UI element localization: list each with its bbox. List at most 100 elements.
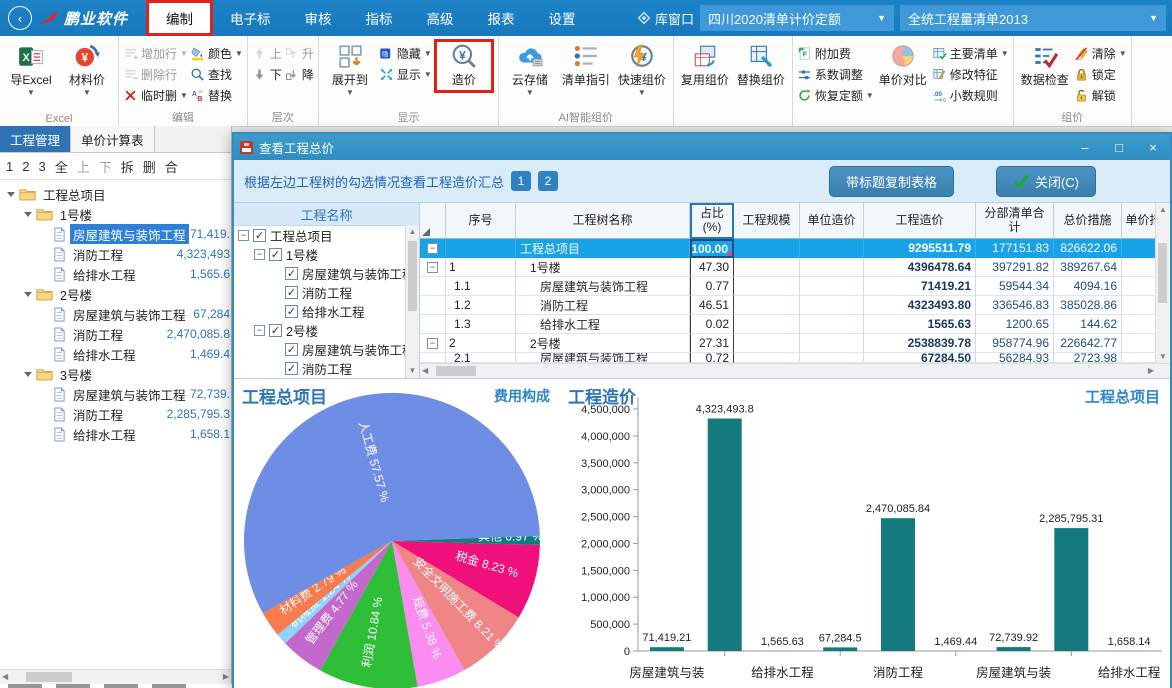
replace-button[interactable]: AB替换 bbox=[190, 86, 243, 104]
copy-table-button[interactable]: 带标题复制表格 bbox=[829, 166, 954, 197]
tree-item[interactable]: 房屋建筑与装饰工程72,739. bbox=[0, 384, 231, 404]
tree-item[interactable]: 工程总项目 bbox=[0, 184, 231, 204]
bar[interactable] bbox=[1054, 528, 1088, 651]
hide-button[interactable]: 隐隐藏▼ bbox=[379, 44, 432, 62]
bar[interactable] bbox=[997, 647, 1031, 651]
cell-fill-handle[interactable] bbox=[728, 252, 733, 257]
table-row[interactable]: −22号楼27.312538839.78958774.96226642.77 bbox=[420, 334, 1170, 353]
scrollbar-thumb[interactable] bbox=[408, 241, 417, 311]
tree-vscrollbar[interactable]: ▲▼ bbox=[405, 225, 419, 378]
checkbox[interactable]: ✓ bbox=[285, 305, 298, 318]
tree-item[interactable]: 消防工程4,323,493 bbox=[0, 244, 231, 264]
expand-collapse-icon[interactable]: − bbox=[254, 249, 265, 260]
left-panel-hscrollbar[interactable]: ◀▶ bbox=[0, 669, 231, 684]
reuse-group-button[interactable]: 复用组价 bbox=[678, 39, 732, 88]
surcharge-button[interactable]: F附加费 bbox=[797, 44, 874, 62]
titlebar-tab-0[interactable]: 编制 bbox=[146, 0, 213, 36]
table-row[interactable]: −工程总项目100.009295511.79177151.83826622.06 bbox=[420, 239, 1170, 258]
scrollbar-thumb[interactable] bbox=[1158, 243, 1167, 303]
list-guide-button[interactable]: 清单指引 bbox=[559, 39, 613, 88]
quick-price-button[interactable]: ¥快速组价▼ bbox=[615, 39, 669, 95]
expand-to-button[interactable]: 展开到▼ bbox=[323, 39, 377, 95]
expand-collapse-icon[interactable]: − bbox=[254, 325, 265, 336]
scrollbar-thumb[interactable] bbox=[26, 672, 72, 682]
table-row[interactable]: 1.3给排水工程0.021565.631200.65144.62 bbox=[420, 315, 1170, 334]
checkbox[interactable]: ✓ bbox=[285, 267, 298, 280]
decimal-rule-button[interactable]: .000小数规则 bbox=[932, 86, 1009, 104]
checkbox[interactable]: ✓ bbox=[269, 324, 282, 337]
tree-item[interactable]: 消防工程2,470,085.8 bbox=[0, 324, 231, 344]
coefficient-button[interactable]: 系数调整 bbox=[797, 65, 874, 83]
tree-item[interactable]: 1号楼 bbox=[0, 204, 231, 224]
page-button-2[interactable]: 2 bbox=[538, 171, 558, 191]
titlebar-tab-4[interactable]: 高级 bbox=[410, 0, 471, 36]
dialog-tree-item[interactable]: ✓房屋建筑与装饰工程 bbox=[234, 264, 419, 283]
expand-collapse-icon[interactable]: − bbox=[427, 338, 438, 349]
promote-button[interactable]: 升 bbox=[284, 44, 314, 62]
expand-collapse-icon[interactable]: − bbox=[238, 230, 249, 241]
bar[interactable] bbox=[650, 647, 684, 651]
tree-toolbar-button[interactable]: 删 bbox=[143, 157, 156, 176]
bar[interactable] bbox=[823, 647, 857, 651]
checkbox[interactable]: ✓ bbox=[285, 286, 298, 299]
tree-toolbar-button[interactable]: 1 bbox=[6, 159, 13, 174]
left-panel-tab-0[interactable]: 工程管理 bbox=[0, 126, 71, 152]
titlebar-tab-5[interactable]: 报表 bbox=[471, 0, 532, 36]
expand-collapse-icon[interactable]: − bbox=[427, 262, 438, 273]
expand-chevron-icon[interactable] bbox=[24, 212, 32, 217]
expand-chevron-icon[interactable] bbox=[24, 372, 32, 377]
tree-toolbar-button[interactable]: 拆 bbox=[121, 157, 134, 176]
checkbox[interactable]: ✓ bbox=[269, 248, 282, 261]
library-window-label[interactable]: 库窗口 bbox=[637, 9, 694, 28]
table-hscrollbar[interactable]: ◀▶ bbox=[420, 363, 1170, 378]
dialog-tree-item[interactable]: ✓消防工程 bbox=[234, 283, 419, 302]
table-row[interactable]: 1.2消防工程46.514323493.80336546.83385028.86 bbox=[420, 296, 1170, 315]
down-button[interactable]: 下 bbox=[252, 65, 282, 83]
expand-chevron-icon[interactable] bbox=[7, 192, 15, 197]
swap-group-button[interactable]: 替换组价 bbox=[734, 39, 788, 88]
cost-button[interactable]: ¥造价 bbox=[434, 39, 494, 93]
tree-toolbar-button[interactable]: 下 bbox=[99, 157, 112, 176]
tree-item[interactable]: 给排水工程1,565.6 bbox=[0, 264, 231, 284]
tree-item[interactable]: 2号楼 bbox=[0, 284, 231, 304]
data-check-button[interactable]: 数据检查 bbox=[1018, 39, 1072, 88]
tree-item[interactable]: 房屋建筑与装饰工程71,419. bbox=[0, 224, 231, 244]
tree-toolbar-button[interactable]: 上 bbox=[77, 157, 90, 176]
dialog-tree-item[interactable]: −✓工程总项目 bbox=[234, 226, 419, 245]
dialog-tree-item[interactable]: ✓给排水工程 bbox=[234, 302, 419, 321]
dialog-tree-item[interactable]: ✓房屋建筑与装饰工程 bbox=[234, 340, 419, 359]
modify-feature-button[interactable]: 修改特征 bbox=[932, 65, 1009, 83]
titlebar-tab-1[interactable]: 电子标 bbox=[213, 0, 288, 36]
close-icon[interactable]: × bbox=[1136, 134, 1170, 160]
checkbox[interactable]: ✓ bbox=[285, 362, 298, 375]
titlebar-tab-3[interactable]: 指标 bbox=[349, 0, 410, 36]
show-button[interactable]: 显示▼ bbox=[379, 65, 432, 83]
titlebar-tab-6[interactable]: 设置 bbox=[532, 0, 593, 36]
tree-item[interactable]: 消防工程2,285,795.3 bbox=[0, 404, 231, 424]
dialog-tree-item[interactable]: ✓消防工程 bbox=[234, 359, 419, 378]
find-button[interactable]: 查找 bbox=[190, 65, 243, 83]
left-panel-tab-1[interactable]: 单价计算表 bbox=[71, 126, 155, 152]
checkbox[interactable]: ✓ bbox=[285, 343, 298, 356]
tree-item[interactable]: 给排水工程1,469.4 bbox=[0, 344, 231, 364]
expand-collapse-icon[interactable]: − bbox=[427, 243, 438, 254]
up-button[interactable]: 上 bbox=[252, 44, 282, 62]
bar[interactable] bbox=[881, 518, 915, 651]
main-list-button[interactable]: 主要清单▼ bbox=[932, 44, 1009, 62]
table-vscrollbar[interactable]: ▲▼ bbox=[1155, 203, 1170, 364]
expand-chevron-icon[interactable] bbox=[24, 292, 32, 297]
close-dialog-button[interactable]: 关闭(C) bbox=[996, 166, 1096, 197]
bar[interactable] bbox=[708, 419, 742, 652]
delete-row-button[interactable]: 删除行 bbox=[123, 65, 188, 83]
tree-toolbar-button[interactable]: 合 bbox=[165, 157, 178, 176]
material-price-button[interactable]: ¥材料价▼ bbox=[60, 39, 114, 95]
select-all-corner-icon[interactable] bbox=[422, 228, 430, 236]
table-row[interactable]: 2.1房屋建筑与装饰工程0.7267284.5056284.932723.98 bbox=[420, 353, 1170, 363]
checkbox[interactable]: ✓ bbox=[253, 229, 266, 242]
maximize-button[interactable]: □ bbox=[1102, 134, 1136, 160]
demote-button[interactable]: 降 bbox=[284, 65, 314, 83]
restore-quota-button[interactable]: 恢复定额▼ bbox=[797, 86, 874, 104]
tree-toolbar-button[interactable]: 3 bbox=[38, 159, 45, 174]
page-button-1[interactable]: 1 bbox=[511, 171, 531, 191]
quota-library-dropdown[interactable]: 四川2020清单计价定额▼ bbox=[700, 5, 894, 31]
